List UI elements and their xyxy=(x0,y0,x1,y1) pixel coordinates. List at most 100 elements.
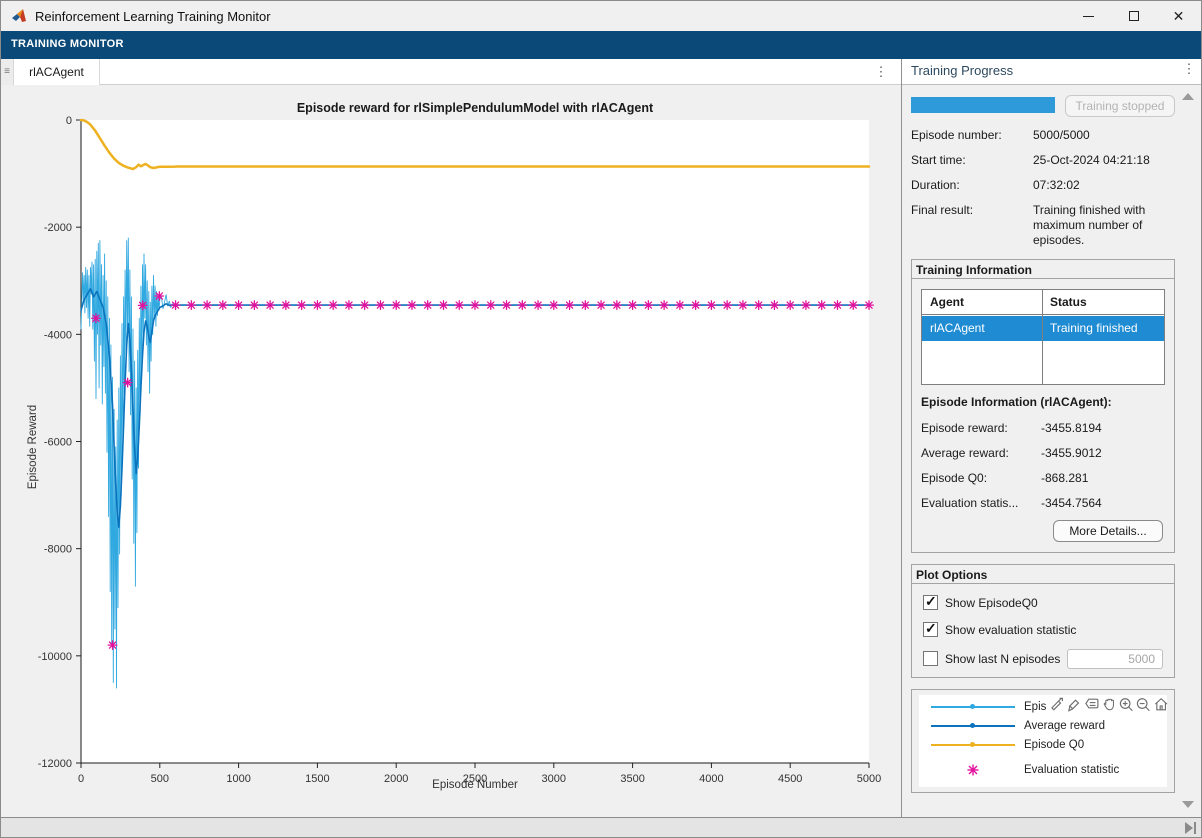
legend-label: Episode Q0 xyxy=(1024,739,1084,751)
duration-value: 07:32:02 xyxy=(1033,178,1175,193)
more-details-label: More Details... xyxy=(1069,524,1146,538)
maximize-button[interactable] xyxy=(1111,1,1156,31)
svg-text:-4000: -4000 xyxy=(44,329,72,341)
zoom-in-icon[interactable] xyxy=(1118,696,1134,713)
horizontal-scrollbar[interactable] xyxy=(1,817,1202,838)
pan-icon[interactable] xyxy=(1101,696,1117,713)
checkbox-unchecked-icon xyxy=(923,651,938,666)
legend-label: Evaluation statistic xyxy=(1024,764,1119,776)
checkbox-checked-icon: ✓ xyxy=(923,622,938,637)
table-row[interactable]: rlACAgent Training finished xyxy=(922,316,1164,341)
kebab-menu-icon: ⋮ xyxy=(1183,61,1196,76)
legend-label: Average reward xyxy=(1024,720,1105,732)
evaluation-statistic-value: -3454.7564 xyxy=(1041,496,1102,510)
document-tab-label: rlACAgent xyxy=(29,65,84,79)
tab-list-icon: ≡ xyxy=(4,67,10,77)
check-icon: ✓ xyxy=(925,593,937,610)
show-last-n-episodes-label: Show last N episodes xyxy=(945,652,1060,666)
column-header-agent: Agent xyxy=(930,295,964,309)
zoom-out-icon[interactable] xyxy=(1135,696,1151,713)
document-tab-rlacagent[interactable]: rlACAgent xyxy=(14,59,100,85)
table-column-divider xyxy=(1042,290,1043,384)
average-reward-label: Average reward: xyxy=(921,446,1009,460)
legend-line-sample xyxy=(931,706,1015,708)
maximize-icon xyxy=(1129,11,1139,21)
final-result-value: Training finished with maximum number of… xyxy=(1033,203,1175,248)
window-title: Reinforcement Learning Training Monitor xyxy=(35,9,271,24)
legend-entry-episode-q0[interactable]: Episode Q0 xyxy=(931,739,1084,751)
scroll-right-end-icon[interactable] xyxy=(1185,822,1196,834)
duration-label: Duration: xyxy=(911,178,960,192)
start-time-label: Start time: xyxy=(911,153,966,167)
show-evaluation-statistic-checkbox[interactable]: ✓ Show evaluation statistic xyxy=(923,622,1076,637)
minimize-button[interactable] xyxy=(1066,1,1111,31)
asterisk-marker-icon xyxy=(931,763,1015,777)
status-cell: Training finished xyxy=(1050,321,1138,335)
episode-q0-label: Episode Q0: xyxy=(921,471,987,485)
app-window: Reinforcement Learning Training Monitor … xyxy=(0,0,1202,838)
panel-scroll-up-icon[interactable] xyxy=(1182,93,1194,100)
svg-text:-12000: -12000 xyxy=(38,758,72,770)
show-last-n-episodes-checkbox[interactable]: Show last N episodes xyxy=(923,651,1060,666)
export-icon[interactable] xyxy=(1049,696,1065,713)
legend-label: Epis xyxy=(1024,701,1046,713)
axes-toolbar xyxy=(1049,694,1169,714)
last-n-episodes-input[interactable] xyxy=(1067,649,1163,669)
episode-q0-value: -868.281 xyxy=(1041,471,1088,485)
panel-title: Training Progress xyxy=(911,63,1013,78)
episode-reward-value: -3455.8194 xyxy=(1041,421,1102,435)
episode-reward-label: Episode reward: xyxy=(921,421,1008,435)
svg-text:-6000: -6000 xyxy=(44,437,72,449)
panel-menu-button[interactable]: ⋮ xyxy=(1179,61,1199,83)
final-result-label: Final result: xyxy=(911,203,973,217)
average-reward-value: -3455.9012 xyxy=(1041,446,1102,460)
legend-line-sample xyxy=(931,725,1015,727)
legend-entry-episode-reward[interactable]: Epis xyxy=(931,701,1046,713)
tab-list-button[interactable]: ≡ xyxy=(1,59,14,85)
episode-number-label: Episode number: xyxy=(911,128,1002,142)
check-icon: ✓ xyxy=(925,620,937,637)
toolstrip: TRAINING MONITOR xyxy=(1,31,1202,59)
legend-entry-average-reward[interactable]: Average reward xyxy=(931,720,1105,732)
matlab-logo-icon xyxy=(12,8,29,24)
y-axis-label: Episode Reward xyxy=(27,387,39,507)
restore-view-icon[interactable] xyxy=(1153,696,1169,713)
episode-number-value: 5000/5000 xyxy=(1033,128,1175,143)
column-header-status: Status xyxy=(1050,295,1087,309)
document-tab-bar xyxy=(1,59,901,85)
agent-status-table[interactable]: Agent Status rlACAgent Training finished xyxy=(921,289,1165,385)
svg-text:-8000: -8000 xyxy=(44,544,72,556)
start-time-value: 25-Oct-2024 04:21:18 xyxy=(1033,153,1175,168)
close-icon: ✕ xyxy=(1173,9,1185,23)
svg-text:-10000: -10000 xyxy=(38,651,72,663)
show-episodeq0-checkbox[interactable]: ✓ Show EpisodeQ0 xyxy=(923,595,1038,610)
svg-text:-2000: -2000 xyxy=(44,222,72,234)
title-bar: Reinforcement Learning Training Monitor … xyxy=(1,1,1202,31)
panel-divider[interactable] xyxy=(901,59,902,817)
training-stopped-label: Training stopped xyxy=(1076,99,1165,113)
kebab-menu-icon: ⋮ xyxy=(875,64,888,80)
evaluation-statistic-label: Evaluation statis... xyxy=(921,496,1018,510)
legend-line-sample xyxy=(931,744,1015,746)
tab-overflow-menu-button[interactable]: ⋮ xyxy=(869,59,893,85)
svg-text:0: 0 xyxy=(66,115,72,127)
training-stopped-button: Training stopped xyxy=(1065,95,1175,117)
checkbox-checked-icon: ✓ xyxy=(923,595,938,610)
legend-entry-evaluation-statistic[interactable]: Evaluation statistic xyxy=(931,763,1119,777)
toolstrip-tab-training-monitor[interactable]: TRAINING MONITOR xyxy=(11,38,124,50)
minimize-icon xyxy=(1083,16,1094,17)
plot-options-header: Plot Options xyxy=(912,565,1174,584)
x-axis-label: Episode Number xyxy=(81,779,869,791)
datatips-icon[interactable] xyxy=(1084,696,1100,713)
panel-scroll-down-icon[interactable] xyxy=(1182,801,1194,808)
close-button[interactable]: ✕ xyxy=(1156,1,1201,31)
brush-icon[interactable] xyxy=(1066,696,1082,713)
training-progress-bar xyxy=(911,97,1055,113)
training-information-header: Training Information xyxy=(912,260,1174,279)
reward-chart[interactable]: 0-2000-4000-6000-8000-10000-120000500100… xyxy=(1,85,901,817)
agent-cell: rlACAgent xyxy=(930,321,985,335)
episode-information-header: Episode Information (rlACAgent): xyxy=(921,395,1112,409)
more-details-button[interactable]: More Details... xyxy=(1053,520,1163,542)
table-header-row: Agent Status xyxy=(922,290,1164,315)
show-evaluation-statistic-label: Show evaluation statistic xyxy=(945,623,1076,637)
